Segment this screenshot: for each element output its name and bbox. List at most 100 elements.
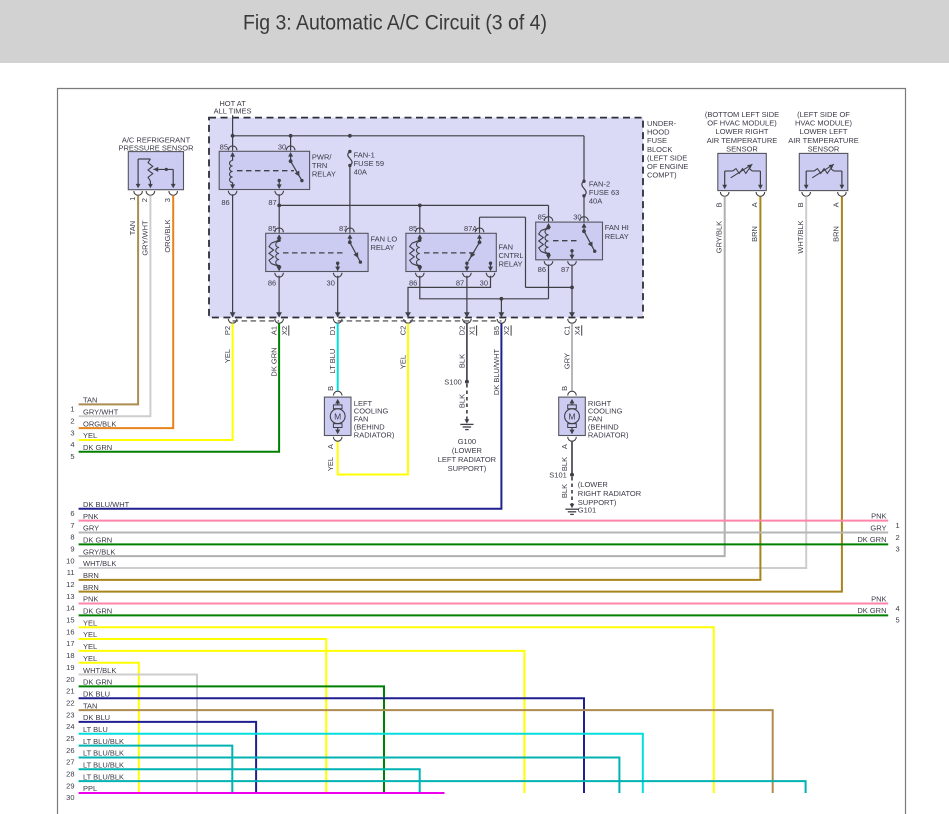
svg-text:COMPT): COMPT) (647, 171, 677, 180)
svg-text:20: 20 (66, 675, 74, 684)
svg-text:P2: P2 (223, 326, 232, 335)
svg-text:HVAC MODULE): HVAC MODULE) (795, 119, 852, 128)
svg-text:9: 9 (70, 545, 74, 554)
svg-text:YEL: YEL (83, 618, 97, 627)
svg-text:ORG/BLK: ORG/BLK (83, 419, 116, 428)
svg-text:86: 86 (409, 278, 417, 287)
svg-text:12: 12 (66, 580, 74, 589)
svg-text:26: 26 (66, 746, 74, 755)
svg-text:X2: X2 (502, 326, 511, 335)
svg-text:25: 25 (66, 734, 74, 743)
svg-text:3: 3 (163, 198, 172, 202)
svg-text:AIR TEMPERATURE: AIR TEMPERATURE (788, 136, 859, 145)
svg-text:5: 5 (70, 452, 74, 461)
svg-text:SENSOR: SENSOR (726, 145, 758, 154)
svg-text:ALL TIMES: ALL TIMES (214, 107, 252, 116)
svg-text:YEL: YEL (326, 457, 335, 471)
svg-text:BLK: BLK (457, 354, 466, 368)
svg-text:DK GRN: DK GRN (83, 607, 112, 616)
svg-text:M: M (334, 411, 341, 421)
svg-text:AIR TEMPERATURE: AIR TEMPERATURE (707, 136, 778, 145)
svg-text:FUSE: FUSE (647, 136, 667, 145)
svg-text:YEL: YEL (223, 349, 232, 363)
svg-text:DK GRN: DK GRN (83, 536, 112, 545)
svg-text:C2: C2 (398, 326, 407, 336)
svg-text:1: 1 (70, 405, 74, 414)
svg-text:UNDER-: UNDER- (647, 119, 677, 128)
svg-text:SENSOR: SENSOR (808, 145, 840, 154)
svg-text:BRN: BRN (83, 583, 99, 592)
svg-text:40A: 40A (589, 196, 602, 205)
svg-text:S100: S100 (444, 378, 462, 387)
svg-text:GRY: GRY (870, 523, 886, 532)
svg-text:ORG/BLK: ORG/BLK (163, 219, 172, 252)
svg-text:87: 87 (561, 265, 569, 274)
svg-text:YEL: YEL (83, 654, 97, 663)
svg-text:D1: D1 (328, 326, 337, 336)
svg-text:OF ENGINE: OF ENGINE (647, 162, 688, 171)
svg-text:GRY: GRY (83, 524, 99, 533)
svg-text:WHT/BLK: WHT/BLK (83, 559, 116, 568)
svg-text:WHT/BLK: WHT/BLK (83, 666, 116, 675)
svg-text:YEL: YEL (83, 642, 97, 651)
svg-text:TAN: TAN (83, 396, 97, 405)
svg-text:3: 3 (896, 545, 900, 554)
svg-text:BRN: BRN (750, 226, 759, 242)
svg-text:15: 15 (66, 616, 74, 625)
svg-text:DK BLU/WHT: DK BLU/WHT (83, 500, 130, 509)
svg-text:87: 87 (268, 198, 276, 207)
svg-text:1: 1 (896, 521, 900, 530)
svg-text:30: 30 (573, 213, 581, 222)
svg-text:21: 21 (66, 687, 74, 696)
svg-text:(LOWER: (LOWER (452, 446, 483, 455)
svg-text:A: A (832, 202, 841, 207)
svg-text:4: 4 (70, 440, 74, 449)
svg-text:DK GRN: DK GRN (270, 347, 279, 376)
svg-text:1: 1 (128, 197, 137, 201)
svg-text:87: 87 (456, 278, 464, 287)
svg-text:SUPPORT): SUPPORT) (448, 464, 487, 473)
svg-text:10: 10 (66, 556, 74, 565)
svg-text:A: A (560, 444, 569, 449)
svg-text:BLK: BLK (560, 484, 569, 498)
svg-text:GRY/BLK: GRY/BLK (715, 221, 724, 253)
svg-text:TAN: TAN (83, 701, 97, 710)
svg-text:85: 85 (409, 224, 417, 233)
svg-text:A: A (326, 444, 335, 449)
svg-text:B: B (326, 386, 335, 391)
svg-text:OF HVAC MODULE): OF HVAC MODULE) (707, 119, 777, 128)
svg-text:DK BLU/WHT: DK BLU/WHT (492, 348, 501, 395)
svg-text:LT BLU: LT BLU (328, 349, 337, 374)
svg-text:B5: B5 (492, 326, 501, 335)
svg-text:(LEFT SIDE OF: (LEFT SIDE OF (797, 110, 850, 119)
svg-text:13: 13 (66, 592, 74, 601)
svg-text:PNK: PNK (871, 511, 886, 520)
svg-text:RELAY: RELAY (605, 232, 629, 241)
svg-text:87: 87 (339, 224, 347, 233)
svg-text:7: 7 (70, 521, 74, 530)
svg-text:RADIATOR): RADIATOR) (354, 430, 395, 439)
svg-text:23: 23 (66, 710, 74, 719)
svg-text:GRY/WHT: GRY/WHT (140, 220, 149, 256)
svg-text:18: 18 (66, 651, 74, 660)
svg-text:GRY/WHT: GRY/WHT (83, 407, 119, 416)
svg-text:G100: G100 (458, 437, 476, 446)
svg-text:LEFT RADIATOR: LEFT RADIATOR (438, 455, 497, 464)
svg-text:24: 24 (66, 722, 74, 731)
svg-text:PRESSURE SENSOR: PRESSURE SENSOR (118, 143, 194, 152)
svg-text:YEL: YEL (83, 630, 97, 639)
svg-text:87A: 87A (464, 224, 477, 233)
svg-text:30: 30 (66, 793, 74, 802)
svg-text:X1: X1 (468, 326, 477, 335)
svg-text:BLK: BLK (457, 394, 466, 408)
svg-text:PNK: PNK (83, 595, 98, 604)
svg-text:40A: 40A (354, 167, 367, 176)
svg-text:DK BLU: DK BLU (83, 689, 110, 698)
svg-text:86: 86 (538, 265, 546, 274)
svg-text:LT BLU: LT BLU (83, 725, 108, 734)
svg-text:BLOCK: BLOCK (647, 145, 672, 154)
svg-text:6: 6 (70, 509, 74, 518)
svg-text:M: M (568, 411, 575, 421)
svg-text:2: 2 (140, 198, 149, 202)
svg-text:YEL: YEL (398, 355, 407, 369)
